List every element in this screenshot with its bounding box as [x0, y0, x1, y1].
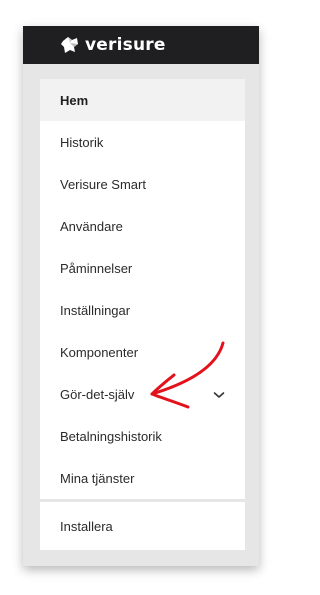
- menu-item-label: Historik: [60, 134, 104, 150]
- menu-item-installningar[interactable]: Inställningar: [40, 289, 245, 331]
- menu-item-paminnelser[interactable]: Påminnelser: [40, 247, 245, 289]
- menu-item-label: Betalningshistorik: [60, 428, 162, 444]
- menu-item-label: Gör-det-själv: [60, 386, 135, 402]
- menu-item-anvandare[interactable]: Användare: [40, 205, 245, 247]
- verisure-logo[interactable]: verisure: [60, 33, 166, 57]
- menu-item-komponenter[interactable]: Komponenter: [40, 331, 245, 373]
- menu-item-hem[interactable]: Hem: [40, 79, 245, 121]
- menu-item-label: Verisure Smart: [60, 176, 146, 192]
- menu-item-installera[interactable]: Installera: [40, 502, 245, 550]
- menu-item-verisure-smart[interactable]: Verisure Smart: [40, 163, 245, 205]
- menu-item-mina-tjanster[interactable]: Mina tjänster: [40, 457, 245, 499]
- menu-item-label: Komponenter: [60, 344, 139, 360]
- menu-item-label: Användare: [60, 218, 123, 234]
- menu-item-label: Påminnelser: [60, 260, 133, 276]
- menu-main-block: Hem Historik Verisure Smart Användare På…: [40, 79, 245, 499]
- menu-item-label: Hem: [60, 92, 89, 108]
- navigation-menu: Hem Historik Verisure Smart Användare På…: [40, 79, 245, 550]
- chevron-down-icon[interactable]: [213, 388, 225, 403]
- menu-item-label: Mina tjänster: [60, 470, 135, 486]
- top-bar: verisure: [23, 26, 259, 64]
- menu-item-historik[interactable]: Historik: [40, 121, 245, 163]
- verisure-shield-icon: [60, 35, 80, 55]
- logo-text: verisure: [85, 35, 166, 55]
- menu-item-label: Inställningar: [60, 302, 131, 318]
- menu-item-betalningshistorik[interactable]: Betalningshistorik: [40, 415, 245, 457]
- side-menu-panel: verisure Hem Historik Verisure Smart Anv…: [23, 26, 259, 566]
- menu-item-label: Installera: [60, 518, 113, 534]
- menu-item-gor-det-sjalv[interactable]: Gör-det-själv: [40, 373, 245, 415]
